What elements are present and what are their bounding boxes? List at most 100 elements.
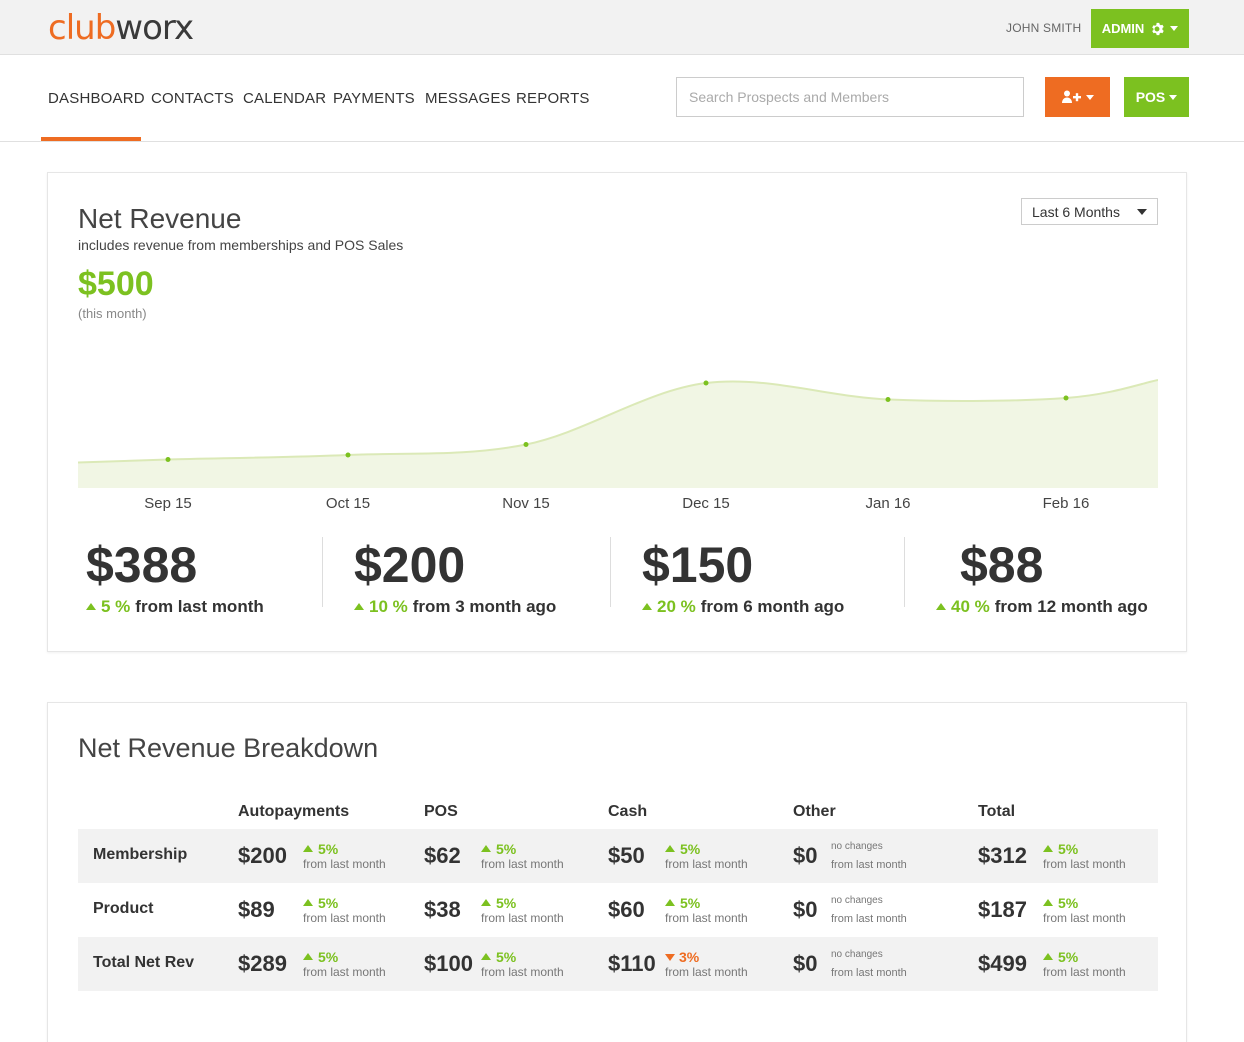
stat-pct: 10 % (369, 597, 408, 616)
arrow-up-icon (86, 603, 96, 610)
table-row: Membership $200 5% from last month $62 5% from… (78, 829, 1158, 883)
gear-icon (1152, 22, 1165, 35)
nav-dashboard[interactable]: DASHBOARD (48, 90, 145, 107)
cell-change: 5% (318, 949, 339, 965)
arrow-up-icon (936, 603, 946, 610)
cell-change: 5% (1058, 895, 1079, 911)
data-point[interactable] (703, 380, 709, 386)
active-tab-indicator (41, 137, 141, 141)
cell-note: from last month (481, 911, 564, 925)
cell-note: from last month (303, 965, 386, 979)
cell-note: from last month (1043, 965, 1126, 979)
stat-value: $88 (960, 537, 1044, 593)
column-header: Cash (608, 803, 648, 820)
cell-value: $50 (608, 843, 645, 868)
cell-note: from last month (303, 857, 386, 871)
chevron-down-icon (1169, 94, 1178, 100)
cell-value: $38 (424, 897, 461, 922)
x-tick-label: Jan 16 (865, 495, 911, 512)
column-header: POS (424, 803, 458, 820)
net-revenue-amount-note: (this month) (78, 306, 147, 321)
cell-note: from last month (303, 911, 386, 925)
cell-value: $499 (978, 951, 1027, 976)
nav-contacts[interactable]: CONTACTS (151, 90, 234, 107)
breakdown-title: Net Revenue Breakdown (78, 733, 379, 763)
data-point[interactable] (165, 457, 171, 462)
cell-value: $110 (608, 951, 656, 976)
nav-payments[interactable]: PAYMENTS (333, 90, 415, 107)
divider (904, 537, 905, 607)
search-input[interactable] (676, 77, 1024, 117)
data-point[interactable] (523, 442, 529, 447)
clubworx-logo[interactable]: clubworx (48, 8, 194, 48)
nav-messages[interactable]: MESSAGES (425, 90, 511, 107)
cell-value: $312 (978, 843, 1027, 868)
pos-button[interactable]: POS (1124, 77, 1189, 117)
user-name[interactable]: JOHN SMITH (1006, 21, 1081, 35)
main-nav: DASHBOARD CONTACTS CALENDAR PAYMENTS MES… (0, 55, 1244, 142)
arrow-up-icon (481, 953, 491, 960)
arrow-up-icon (1043, 845, 1053, 852)
breakdown-panel: Net Revenue Breakdown Autopayments POS Cas… (47, 702, 1187, 1042)
cell-change: 5% (496, 895, 517, 911)
add-contact-button[interactable] (1045, 77, 1110, 117)
range-select[interactable]: Last 6 Months (1021, 198, 1158, 225)
cell-note: from last month (665, 965, 748, 979)
data-point[interactable] (1063, 395, 1069, 401)
cell-value: $100 (424, 951, 473, 976)
row-label: Product (93, 900, 154, 917)
divider (610, 537, 611, 607)
cell-value: $0 (793, 843, 818, 868)
cell-change: 5% (680, 841, 701, 857)
arrow-up-icon (303, 899, 313, 906)
top-bar: clubworx JOHN SMITH ADMIN (0, 0, 1244, 55)
column-header: Other (793, 803, 836, 820)
divider (322, 537, 323, 607)
table-row: Total Net Rev $289 5% from last month $100 5%… (78, 937, 1158, 991)
cell-change: 5% (496, 841, 517, 857)
stat-value: $200 (354, 537, 466, 593)
cell-value: $0 (793, 951, 818, 976)
chevron-down-icon (1137, 209, 1147, 215)
data-point[interactable] (885, 397, 891, 402)
data-point[interactable] (345, 452, 351, 458)
nav-calendar[interactable]: CALENDAR (243, 90, 326, 107)
net-revenue-amount: $500 (78, 265, 154, 303)
column-header: Total (978, 803, 1016, 820)
stat-label: from 6 month ago (700, 597, 845, 616)
cell-value: $60 (608, 897, 645, 922)
cell-note: from last month (665, 911, 748, 925)
cell-change: no changes (831, 841, 883, 852)
cell-change: 5% (496, 949, 517, 965)
arrow-up-icon (303, 845, 313, 852)
admin-button[interactable]: ADMIN (1091, 9, 1189, 48)
nav-reports[interactable]: REPORTS (516, 90, 590, 107)
table-row: Product $89 5% from last month $38 5% from las… (78, 883, 1158, 937)
stat-value: $150 (642, 537, 754, 593)
stat-6-month: $150 20 % from 6 month ago (642, 535, 844, 617)
cell-value: $187 (978, 897, 1027, 922)
cell-change: 5% (318, 895, 339, 911)
cell-value: $89 (238, 897, 275, 922)
cell-value: $200 (238, 843, 287, 868)
cell-change: 5% (680, 895, 701, 911)
arrow-up-icon (303, 953, 313, 960)
row-label: Membership (93, 846, 188, 863)
cell-note: from last month (665, 857, 748, 871)
cell-change: 5% (1058, 841, 1079, 857)
stat-last-month: $388 5 % from last month (86, 535, 264, 617)
arrow-up-icon (1043, 953, 1053, 960)
chevron-down-icon (1170, 26, 1179, 31)
cell-value: $289 (238, 951, 287, 976)
cell-change: 5% (318, 841, 339, 857)
cell-note: from last month (1043, 911, 1126, 925)
arrow-up-icon (642, 603, 652, 610)
range-select-value: Last 6 Months (1032, 203, 1120, 220)
stat-value: $388 (86, 537, 198, 593)
x-tick-label: Feb 16 (1042, 495, 1090, 512)
stat-3-month: $200 10 % from 3 month ago (354, 535, 556, 617)
cell-note: from last month (831, 913, 907, 925)
revenue-area (78, 380, 1158, 488)
x-tick-label: Nov 15 (502, 495, 550, 512)
stat-pct: 20 % (657, 597, 696, 616)
